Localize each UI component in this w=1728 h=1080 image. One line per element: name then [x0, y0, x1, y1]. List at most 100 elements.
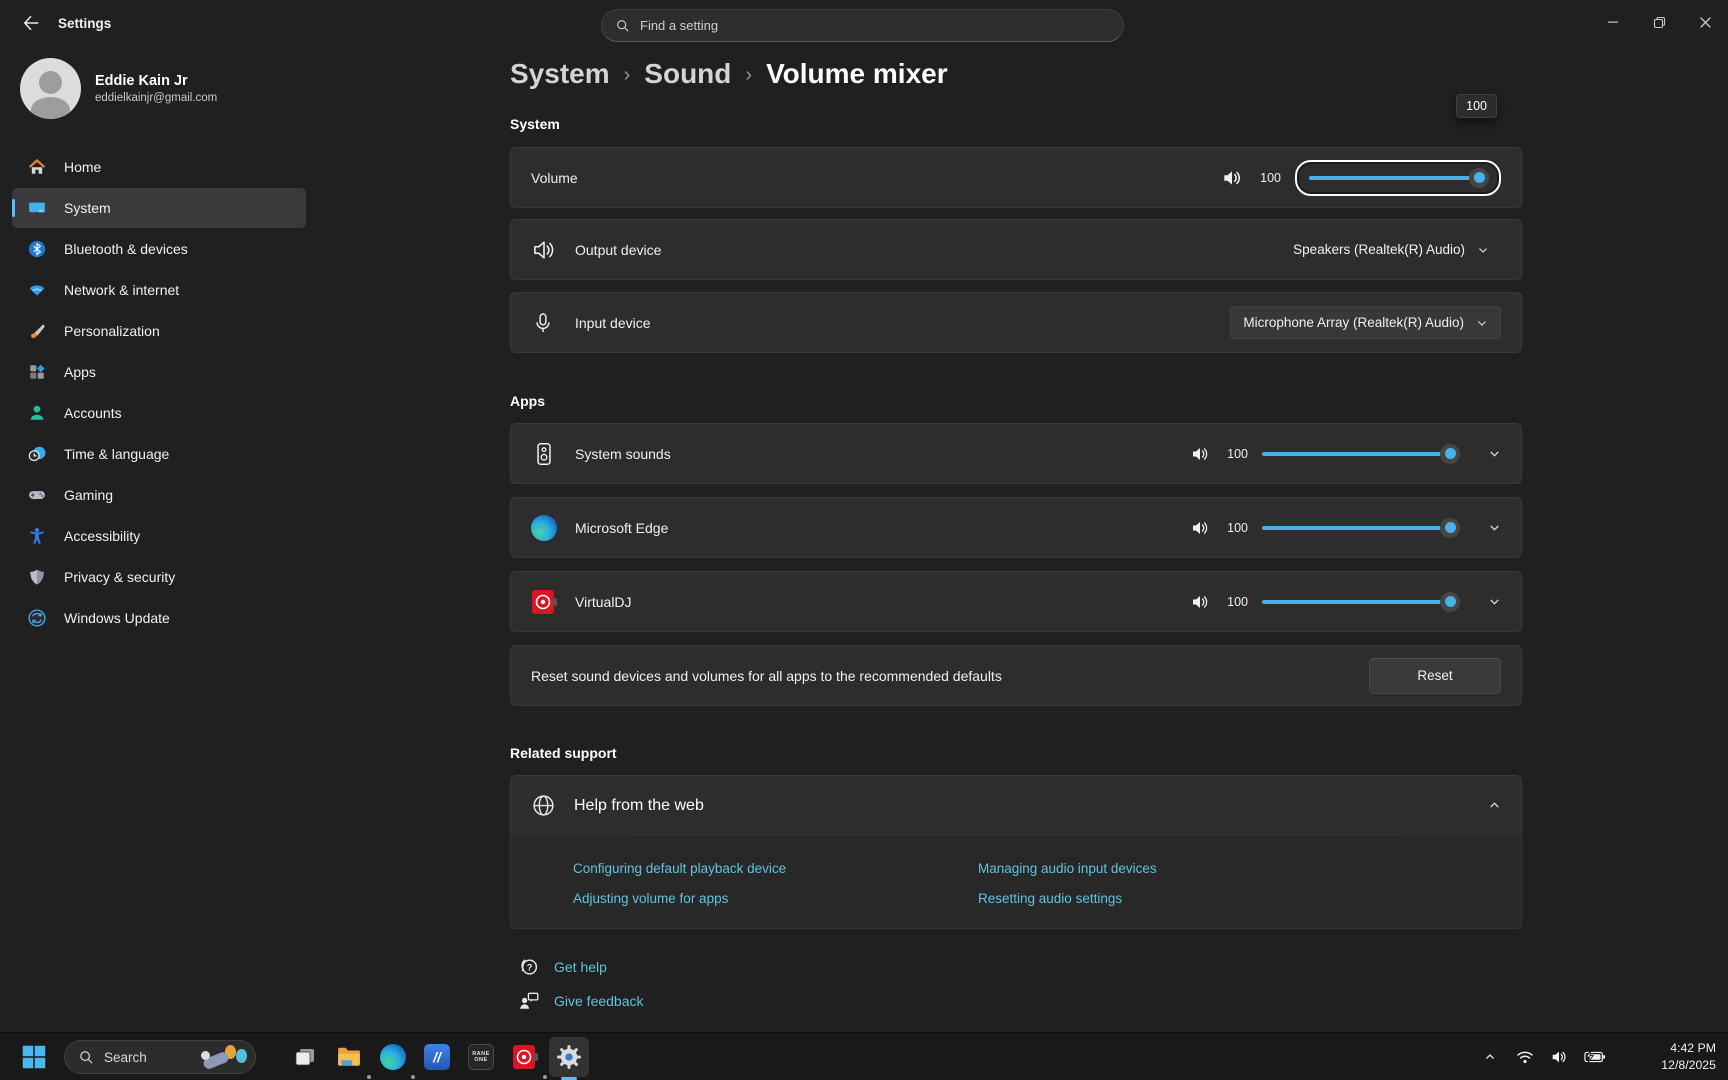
home-icon: [28, 158, 46, 176]
user-profile[interactable]: Eddie Kain Jr eddielkainjr@gmail.com: [20, 58, 217, 119]
speaker-icon: [1190, 444, 1210, 464]
sidebar-item-time-language[interactable]: Time & language: [12, 434, 306, 474]
sidebar-item-gaming[interactable]: Gaming: [12, 475, 306, 515]
volume-label: Volume: [531, 170, 578, 186]
slider-thumb[interactable]: [1440, 518, 1460, 538]
file-explorer-button[interactable]: [329, 1037, 369, 1077]
gaming-icon: [28, 486, 46, 504]
restore-button[interactable]: [1636, 0, 1682, 44]
search-icon: [616, 19, 630, 33]
sidebar-item-accessibility[interactable]: Accessibility: [12, 516, 306, 556]
time-language-icon: [28, 445, 46, 463]
help-links-panel: Configuring default playback device Mana…: [510, 835, 1522, 929]
virtualdj-button[interactable]: [505, 1037, 545, 1077]
breadcrumb-system[interactable]: System: [510, 58, 610, 90]
close-button[interactable]: [1682, 0, 1728, 44]
app-volume-slider[interactable]: [1262, 592, 1458, 612]
slider-thumb[interactable]: [1440, 444, 1460, 464]
rane-one-button[interactable]: RANE ONE: [461, 1037, 501, 1077]
battery-tray-button[interactable]: [1580, 1048, 1610, 1066]
sidebar-item-bluetooth-devices[interactable]: Bluetooth & devices: [12, 229, 306, 269]
sidebar-item-privacy-security[interactable]: Privacy & security: [12, 557, 306, 597]
breadcrumb-sound[interactable]: Sound: [644, 58, 731, 90]
chevron-down-icon: [1488, 447, 1501, 460]
give-feedback-icon: [518, 990, 540, 1012]
input-device-icon: [531, 311, 555, 335]
speaker-icon: [1550, 1048, 1568, 1066]
selected-indicator: [12, 199, 15, 217]
speaker-icon: [1190, 592, 1210, 612]
get-help-label: Get help: [554, 959, 607, 975]
get-help-link[interactable]: ? Get help: [518, 956, 607, 978]
output-device-row: Output device Speakers (Realtek(R) Audio…: [510, 219, 1522, 280]
system-volume-slider[interactable]: [1309, 168, 1487, 188]
sidebar-item-label: Gaming: [64, 487, 113, 503]
back-button[interactable]: [14, 8, 48, 38]
search-icon: [79, 1050, 94, 1065]
taskbar-search[interactable]: Search: [64, 1040, 256, 1074]
volume-tooltip: 100: [1456, 94, 1497, 118]
help-link-playback[interactable]: Configuring default playback device: [573, 861, 786, 876]
sidebar-item-system[interactable]: System: [12, 188, 306, 228]
sidebar-item-label: Time & language: [64, 446, 169, 462]
help-link-adjust-volume[interactable]: Adjusting volume for apps: [573, 891, 728, 906]
output-device-dropdown[interactable]: Speakers (Realtek(R) Audio): [1281, 234, 1501, 265]
brush-icon: [28, 322, 46, 340]
output-device-value: Speakers (Realtek(R) Audio): [1293, 242, 1465, 257]
tray-expand-button[interactable]: [1476, 1051, 1504, 1063]
start-button[interactable]: [14, 1037, 54, 1077]
taskbar: Search //: [0, 1032, 1728, 1080]
sidebar-item-home[interactable]: Home: [12, 147, 306, 187]
expand-app-button[interactable]: [1488, 521, 1501, 534]
taskbar-clock[interactable]: 4:42 PM 12/8/2025: [1661, 1040, 1716, 1074]
find-a-setting-search[interactable]: Find a setting: [601, 9, 1124, 42]
app-button-slashes[interactable]: //: [417, 1037, 457, 1077]
chevron-down-icon: [1476, 317, 1488, 329]
accounts-icon: [28, 404, 46, 422]
slider-thumb[interactable]: [1469, 168, 1489, 188]
app-volume-slider[interactable]: [1262, 518, 1458, 538]
speaker-icon: [1190, 518, 1210, 538]
sidebar-item-windows-update[interactable]: Windows Update: [12, 598, 306, 638]
sidebar-item-personalization[interactable]: Personalization: [12, 311, 306, 351]
volume-slider-focus-ring: 100: [1295, 160, 1501, 196]
input-device-label: Input device: [575, 315, 651, 331]
chevron-up-icon[interactable]: [1488, 799, 1501, 812]
taskbar-search-placeholder: Search: [104, 1050, 189, 1065]
bluetooth-icon: [28, 240, 46, 258]
apps-icon: [28, 363, 46, 381]
expand-app-button[interactable]: [1488, 595, 1501, 608]
edge-button[interactable]: [373, 1037, 413, 1077]
app-name: System sounds: [575, 446, 671, 462]
task-view-button[interactable]: [285, 1037, 325, 1077]
give-feedback-link[interactable]: Give feedback: [518, 990, 644, 1012]
sidebar-item-accounts[interactable]: Accounts: [12, 393, 306, 433]
help-from-web-header[interactable]: Help from the web: [510, 775, 1522, 835]
expand-app-button[interactable]: [1488, 447, 1501, 460]
sidebar-item-apps[interactable]: Apps: [12, 352, 306, 392]
help-link-input-devices[interactable]: Managing audio input devices: [978, 861, 1157, 876]
volume-tray-button[interactable]: [1546, 1048, 1572, 1066]
app-name: VirtualDJ: [575, 594, 632, 610]
file-explorer-icon: [336, 1044, 362, 1070]
window-controls: [1590, 0, 1728, 44]
wifi-tray-button[interactable]: [1512, 1048, 1538, 1066]
settings-gear-icon: [556, 1044, 582, 1070]
settings-button-active[interactable]: [549, 1037, 589, 1077]
slider-thumb[interactable]: [1440, 592, 1460, 612]
battery-charging-icon: [1584, 1048, 1606, 1066]
system-section-heading: System: [510, 116, 560, 132]
app-volume-slider[interactable]: [1262, 444, 1458, 464]
help-link-reset-audio[interactable]: Resetting audio settings: [978, 891, 1122, 906]
microsoft-edge-icon: [531, 515, 557, 541]
avatar: [20, 58, 81, 119]
sidebar-item-network-internet[interactable]: Network & internet: [12, 270, 306, 310]
get-help-icon: ?: [518, 956, 540, 978]
input-device-dropdown[interactable]: Microphone Array (Realtek(R) Audio): [1230, 306, 1501, 339]
running-indicator: [411, 1075, 415, 1079]
speaker-icon: [1221, 167, 1243, 189]
chevron-down-icon: [1488, 521, 1501, 534]
close-icon: [1699, 16, 1712, 29]
reset-button[interactable]: Reset: [1369, 658, 1501, 694]
minimize-button[interactable]: [1590, 0, 1636, 44]
